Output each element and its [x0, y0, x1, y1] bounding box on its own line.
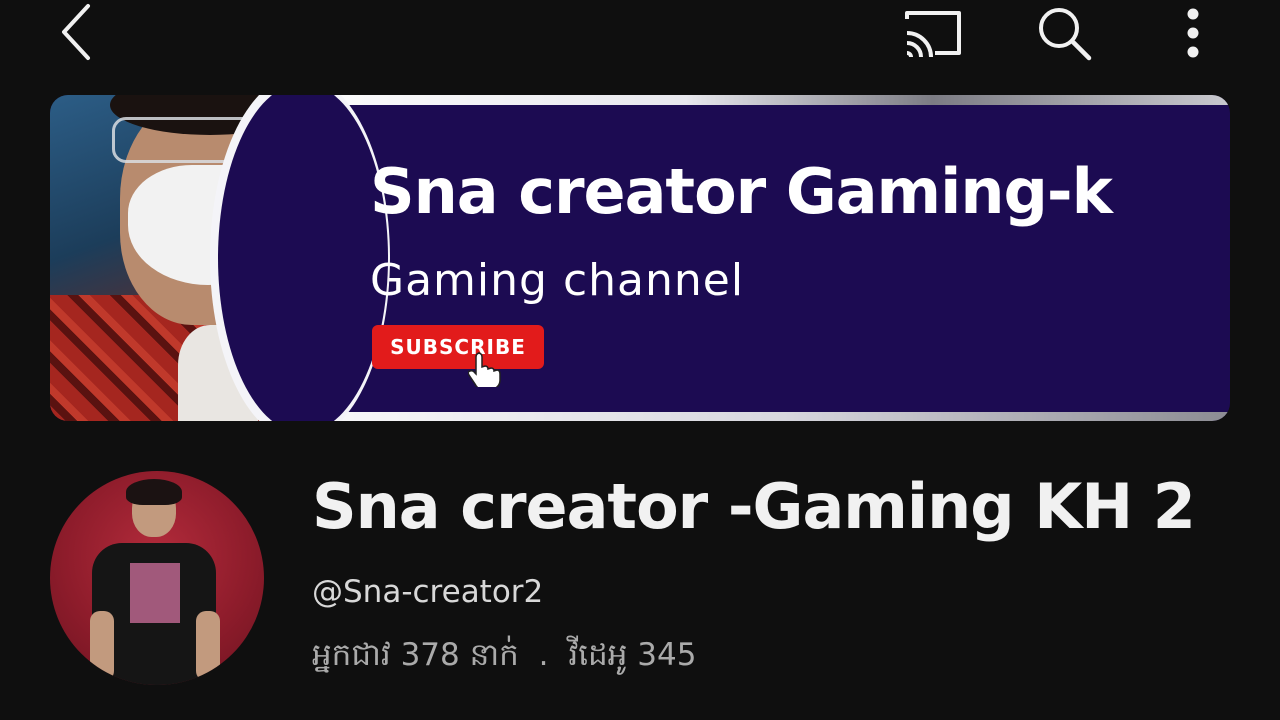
channel-stats: អ្នកជាវ 378 នាក់ . វីដេអូ 345 — [312, 636, 706, 681]
avatar-shirt-print — [130, 563, 180, 623]
banner-subscribe-graphic: SUBSCRIBE — [372, 325, 544, 369]
more-vertical-icon — [1187, 8, 1199, 58]
stats-separator: . — [538, 637, 549, 673]
pointer-hand-icon — [468, 352, 501, 387]
banner-subtitle: Gaming channel — [370, 255, 745, 306]
channel-banner[interactable]: Sna creator Gaming-k Gaming channel SUBS… — [50, 95, 1230, 421]
subscriber-count: អ្នកជាវ 378 នាក់ — [312, 637, 519, 673]
channel-handle[interactable]: @Sna-creator2 — [312, 574, 543, 610]
search-icon — [1039, 8, 1092, 61]
top-app-bar — [0, 0, 1280, 76]
avatar-arm-left — [90, 611, 114, 681]
more-options-button[interactable] — [1168, 2, 1218, 64]
avatar-arm-right — [196, 611, 220, 681]
avatar-hair — [126, 479, 182, 505]
cast-button[interactable] — [896, 2, 970, 64]
search-button[interactable] — [1030, 2, 1100, 66]
channel-name: Sna creator -Gaming KH 2 — [312, 470, 1196, 543]
video-count: វីដេអូ 345 — [568, 637, 697, 673]
channel-avatar[interactable] — [50, 471, 264, 685]
back-button[interactable] — [44, 0, 108, 64]
banner-title: Sna creator Gaming-k — [370, 155, 1113, 228]
banner-frame-top — [240, 95, 1230, 105]
banner-photo-arc-inner — [218, 95, 388, 421]
banner-frame-bottom — [240, 412, 1230, 421]
cast-icon — [905, 11, 961, 58]
chevron-left-icon — [62, 4, 90, 60]
